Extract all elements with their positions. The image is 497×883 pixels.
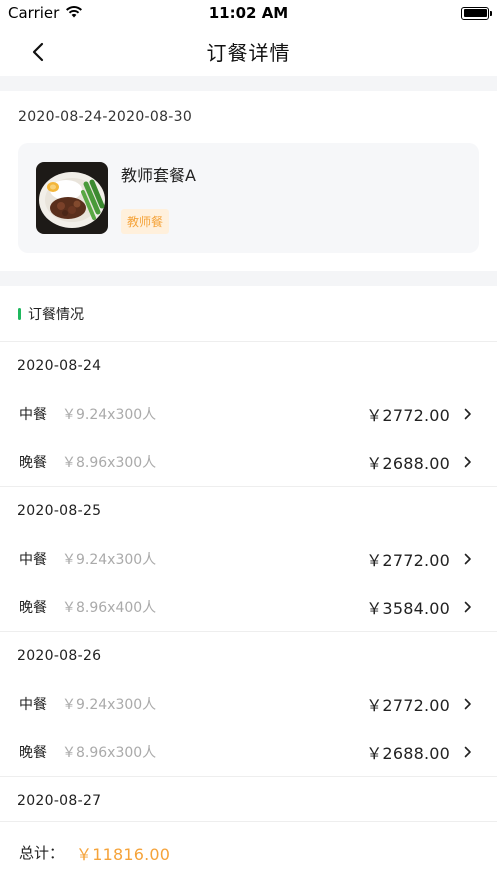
total-label: 总计： [19, 844, 65, 862]
meal-calculation: ￥8.96x300人 [62, 455, 157, 471]
section-marker [18, 307, 21, 320]
meal-amount: ￥3584.00 [366, 599, 450, 618]
divider-gap [0, 271, 497, 286]
meal-info: 教师套餐A 教师餐 [121, 162, 196, 234]
day-block: 2020-08-25 中餐 ￥9.24x300人 ￥2772.00 晚餐 ￥8.96x40… [0, 487, 497, 632]
meal-type: 晚餐 [19, 455, 47, 471]
meal-type: 中餐 [19, 697, 47, 713]
meal-type: 晚餐 [19, 745, 47, 761]
meal-type: 中餐 [19, 407, 47, 423]
day-block: 2020-08-24 中餐 ￥9.24x300人 ￥2772.00 晚餐 ￥8.96x30… [0, 342, 497, 487]
meal-amount: ￥2688.00 [366, 454, 450, 473]
day-date: 2020-08-26 [17, 648, 102, 664]
meal-type: 晚餐 [19, 600, 47, 616]
back-button[interactable] [24, 38, 52, 66]
chevron-right-icon [464, 553, 472, 565]
meal-row[interactable]: 晚餐 ￥8.96x400人 ￥3584.00 [0, 583, 497, 631]
meal-calculation: ￥8.96x300人 [62, 745, 157, 761]
meal-card: 教师套餐A 教师餐 [18, 143, 479, 253]
meal-type: 中餐 [19, 552, 47, 568]
meal-calculation: ￥9.24x300人 [62, 407, 157, 423]
section-title: 订餐情况 [28, 306, 84, 323]
meal-calculation: ￥9.24x300人 [62, 552, 157, 568]
day-block: 2020-08-27 [0, 777, 497, 826]
period-section: 2020-08-24-2020-08-30 教师套餐A 教师餐 [0, 91, 497, 271]
meal-image [36, 162, 108, 234]
battery-icon [461, 6, 492, 20]
meal-name: 教师套餐A [121, 166, 196, 185]
chevron-right-icon [464, 601, 472, 613]
nav-bar: 订餐详情 [0, 26, 497, 76]
period-range: 2020-08-24-2020-08-30 [18, 109, 193, 125]
meal-calculation: ￥9.24x300人 [62, 697, 157, 713]
chevron-right-icon [464, 408, 472, 420]
status-bar: Carrier 11:02 AM [0, 0, 497, 26]
day-date: 2020-08-25 [17, 503, 102, 519]
meal-row[interactable]: 中餐 ￥9.24x300人 ￥2772.00 [0, 390, 497, 438]
divider-gap [0, 76, 497, 91]
day-list: 2020-08-24 中餐 ￥9.24x300人 ￥2772.00 晚餐 ￥8.96x30… [0, 342, 497, 826]
meal-row[interactable]: 晚餐 ￥8.96x300人 ￥2688.00 [0, 438, 497, 486]
meal-tag-badge: 教师餐 [121, 209, 170, 234]
total-value: ￥11816.00 [76, 844, 171, 864]
order-status-header: 订餐情况 [0, 286, 497, 342]
status-time: 11:02 AM [208, 4, 289, 22]
meal-row[interactable]: 中餐 ￥9.24x300人 ￥2772.00 [0, 535, 497, 583]
page-title: 订餐详情 [206, 40, 291, 65]
meal-amount: ￥2772.00 [366, 551, 450, 570]
meal-row[interactable]: 中餐 ￥9.24x300人 ￥2772.00 [0, 680, 497, 728]
meal-row[interactable]: 晚餐 ￥8.96x300人 ￥2688.00 [0, 728, 497, 776]
meal-calculation: ￥8.96x400人 [62, 600, 157, 616]
day-date: 2020-08-24 [17, 358, 102, 374]
chevron-left-icon [32, 42, 44, 62]
meal-amount: ￥2772.00 [366, 696, 450, 715]
meal-amount: ￥2688.00 [366, 744, 450, 763]
meal-amount: ￥2772.00 [366, 406, 450, 425]
chevron-right-icon [464, 456, 472, 468]
day-block: 2020-08-26 中餐 ￥9.24x300人 ￥2772.00 晚餐 ￥8.96x30… [0, 632, 497, 777]
chevron-right-icon [464, 746, 472, 758]
day-date: 2020-08-27 [17, 793, 102, 809]
footer-total-bar: 总计： ￥11816.00 [0, 821, 497, 883]
chevron-right-icon [464, 698, 472, 710]
